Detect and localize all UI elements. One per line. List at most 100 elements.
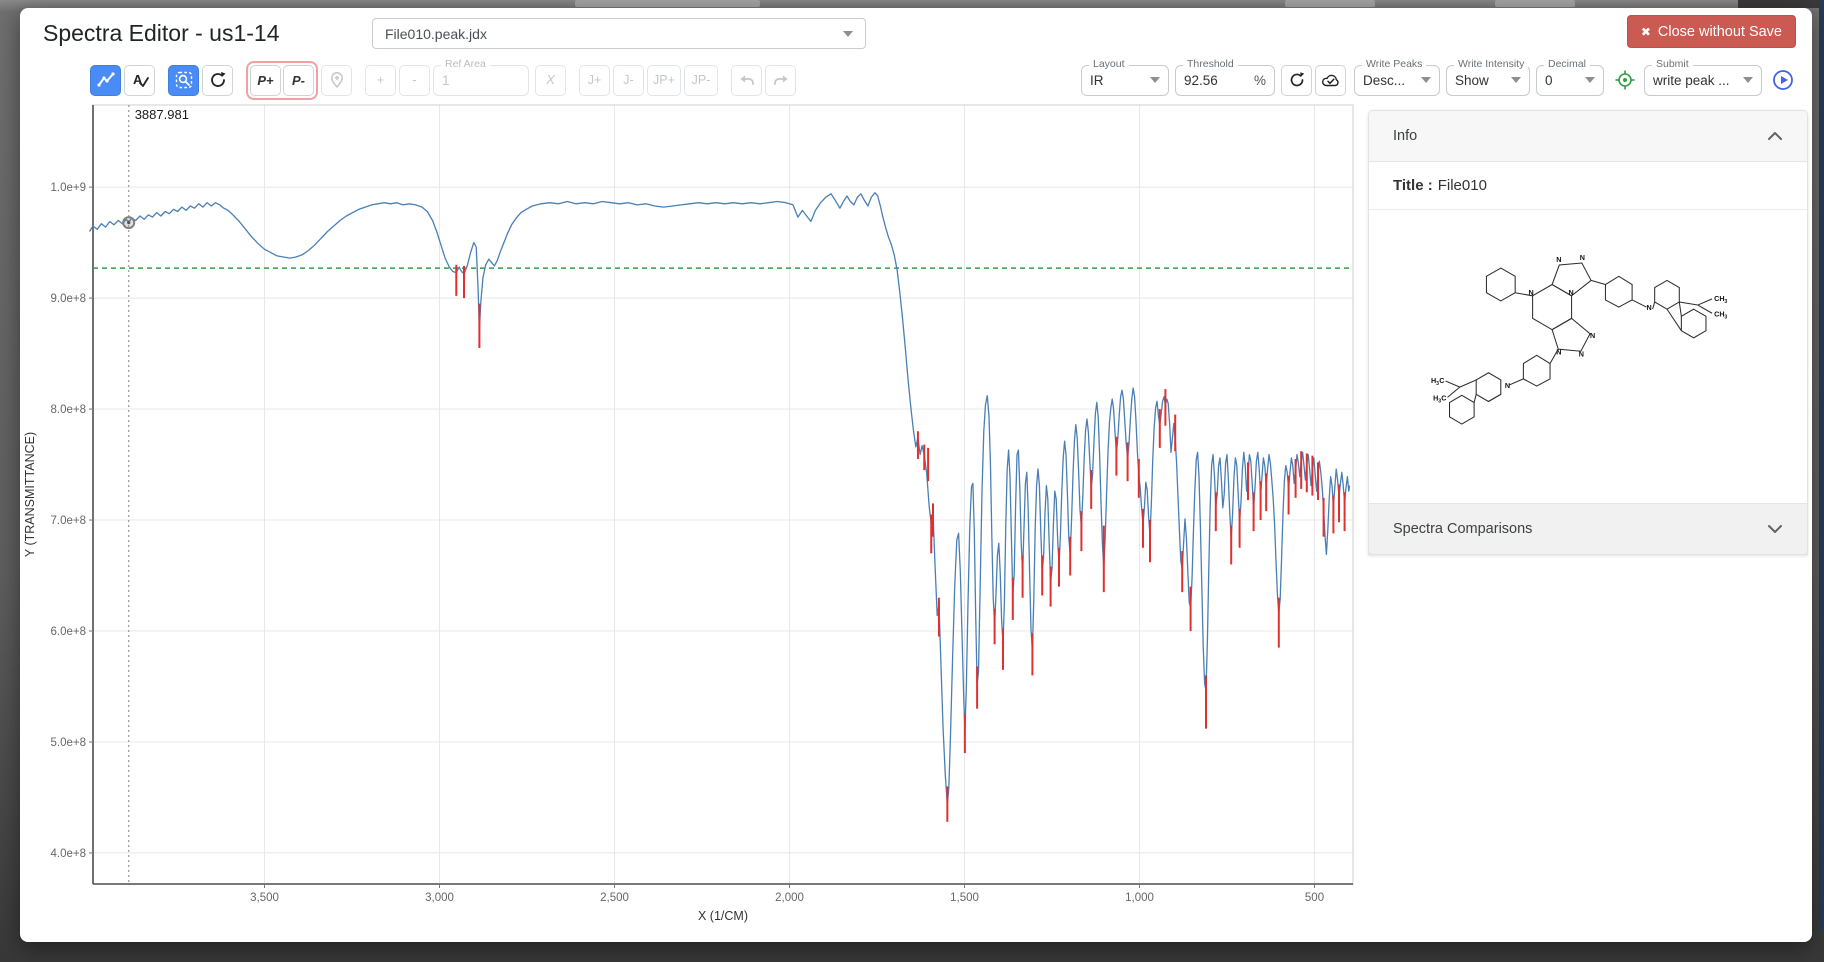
svg-text:N: N <box>1646 304 1651 312</box>
svg-text:9.0e+8: 9.0e+8 <box>51 293 87 305</box>
file-selector-dropdown[interactable]: File010.peak.jdx <box>372 18 866 49</box>
close-without-save-button[interactable]: ✖ Close without Save <box>1627 15 1796 48</box>
range-add-button[interactable]: + <box>365 65 396 96</box>
a-check-icon: A <box>130 70 150 90</box>
svg-text:3: 3 <box>1724 299 1727 305</box>
spectrum-line-tool-button[interactable] <box>90 65 121 96</box>
write-peaks-label: Write Peaks <box>1362 59 1426 70</box>
svg-text:N: N <box>1556 256 1561 264</box>
undo-icon <box>738 71 756 89</box>
svg-text:5.0e+8: 5.0e+8 <box>51 737 87 749</box>
exclusion-x-label: X <box>546 73 554 87</box>
decimal-select[interactable]: Decimal 0 <box>1536 65 1604 96</box>
svg-text:3: 3 <box>1724 314 1727 320</box>
peak-remove-button[interactable]: P- <box>283 65 314 96</box>
add-range-pin-button[interactable] <box>321 65 352 96</box>
box-zoom-tool-button[interactable] <box>168 65 199 96</box>
svg-text:3,000: 3,000 <box>425 892 454 904</box>
svg-text:N: N <box>1529 289 1534 297</box>
svg-text:CH: CH <box>1714 295 1724 303</box>
refresh-threshold-button[interactable] <box>1281 65 1312 96</box>
threshold-unit: % <box>1254 73 1266 88</box>
peak-markers[interactable] <box>456 265 1344 822</box>
write-intensity-select[interactable]: Write Intensity Show <box>1446 65 1530 96</box>
redo-button[interactable] <box>765 65 796 96</box>
background-window-tab <box>1495 0 1575 7</box>
layout-select[interactable]: Layout IR <box>1081 65 1169 96</box>
decimal-value: 0 <box>1545 73 1553 88</box>
spectra-comparisons-label: Spectra Comparisons <box>1393 521 1532 537</box>
svg-text:1,000: 1,000 <box>1125 892 1154 904</box>
svg-text:N: N <box>1579 350 1584 358</box>
svg-text:N: N <box>1556 348 1561 356</box>
background-dark-corner <box>1738 0 1824 8</box>
j-subtract-button[interactable]: J- <box>613 65 644 96</box>
info-accordion: Info Title : File010 <box>1368 110 1808 555</box>
reset-zoom-button[interactable] <box>202 65 233 96</box>
screen-edge-strip <box>1819 0 1824 930</box>
svg-text:N: N <box>1590 332 1595 340</box>
background-window-tab <box>1285 0 1375 7</box>
write-peaks-select[interactable]: Write Peaks Desc... <box>1354 65 1440 96</box>
range-add-label: + <box>377 73 384 87</box>
peak-add-button[interactable]: P+ <box>250 65 281 96</box>
ref-area-input[interactable] <box>442 73 520 88</box>
j-add-button[interactable]: J+ <box>579 65 610 96</box>
right-controls: Layout IR Threshold % <box>1081 65 1798 96</box>
chevron-down-icon <box>1421 77 1431 83</box>
chevron-down-icon <box>843 31 853 37</box>
svg-text:7.0e+8: 7.0e+8 <box>51 515 87 527</box>
layout-value: IR <box>1090 73 1104 88</box>
threshold-field: Threshold % <box>1175 65 1275 96</box>
play-circle-icon <box>1771 68 1795 92</box>
range-subtract-label: - <box>412 73 416 87</box>
jp-add-button[interactable]: JP+ <box>647 65 681 96</box>
svg-text:1,500: 1,500 <box>950 892 979 904</box>
svg-text:N: N <box>1569 289 1574 297</box>
svg-text:CH: CH <box>1714 310 1724 318</box>
info-body: NN NN NN N N N CH3 CH3 H3C H3C <box>1369 210 1807 503</box>
cloud-check-icon <box>1320 70 1341 91</box>
title-value: File010 <box>1438 177 1487 194</box>
undo-button[interactable] <box>731 65 762 96</box>
save-to-cloud-button[interactable] <box>1315 65 1346 96</box>
range-subtract-button[interactable]: - <box>399 65 430 96</box>
ir-spectrum-chart[interactable]: 3,5003,0002,5002,0001,5001,0005001.0e+99… <box>20 98 1360 934</box>
molecule-structure-image: NN NN NN N N N CH3 CH3 H3C H3C <box>1429 238 1747 448</box>
submit-label: Submit <box>1652 59 1693 70</box>
file-selector-value: File010.peak.jdx <box>385 26 487 42</box>
line-chart-icon <box>96 70 116 90</box>
chart-axis-ticks-and-labels: 3,5003,0002,5002,0001,5001,0005001.0e+99… <box>51 182 1325 904</box>
chevron-down-icon <box>1585 77 1595 83</box>
background-window-tab <box>575 0 760 7</box>
layout-label: Layout <box>1089 59 1129 70</box>
jp-subtract-button[interactable]: JP- <box>684 65 718 96</box>
pick-peak-target-button[interactable] <box>1610 65 1640 95</box>
threshold-input[interactable] <box>1184 73 1242 88</box>
close-button-label: Close without Save <box>1658 24 1782 40</box>
exclusion-x-button[interactable]: X <box>535 65 566 96</box>
jp-add-label: JP+ <box>653 73 675 87</box>
close-icon: ✖ <box>1641 25 1651 39</box>
spectra-editor-dialog: Spectra Editor - us1-14 File010.peak.jdx… <box>20 8 1812 942</box>
chart-frame <box>93 105 1353 884</box>
spectra-comparisons-accordion-header[interactable]: Spectra Comparisons <box>1369 503 1807 554</box>
chart-axis-titles: X (1/CM)Y (TRANSMITTANCE) <box>23 432 748 923</box>
box-zoom-icon <box>174 70 194 90</box>
target-icon <box>1614 69 1636 91</box>
threshold-label: Threshold <box>1183 59 1238 70</box>
submit-select[interactable]: Submit write peak ... <box>1644 65 1762 96</box>
write-intensity-value: Show <box>1455 73 1489 88</box>
svg-text:Y (TRANSMITTANCE): Y (TRANSMITTANCE) <box>23 432 37 557</box>
chevron-down-icon <box>1511 77 1521 83</box>
j-add-label: J+ <box>588 73 602 87</box>
info-accordion-header[interactable]: Info <box>1369 111 1807 162</box>
svg-text:3,500: 3,500 <box>250 892 279 904</box>
cursor-value-label: 3887.981 <box>135 107 189 122</box>
svg-text:8.0e+8: 8.0e+8 <box>51 404 87 416</box>
auto-assign-tool-button[interactable]: A <box>124 65 155 96</box>
title-label: Title : <box>1393 177 1433 194</box>
j-subtract-label: J- <box>623 73 633 87</box>
svg-text:N: N <box>1580 254 1585 262</box>
run-submit-button[interactable] <box>1768 65 1798 95</box>
